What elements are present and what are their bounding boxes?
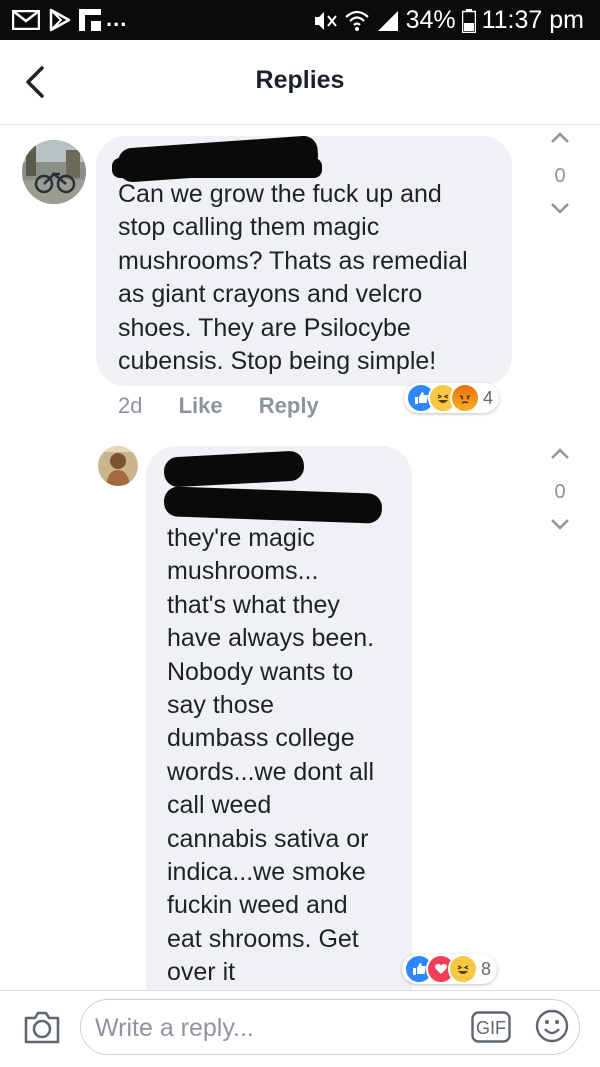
- clock: 11:37 pm: [481, 6, 584, 34]
- play-store-icon: [49, 8, 71, 32]
- mail-icon: [12, 10, 40, 30]
- reply-button[interactable]: Reply: [259, 393, 319, 418]
- battery-percent: 34%: [405, 6, 456, 34]
- reply-input-box: GIF: [80, 999, 580, 1055]
- vote-control: 0: [540, 128, 580, 223]
- reaction-count: 4: [483, 387, 494, 408]
- vote-control: 0: [540, 444, 580, 539]
- battery-icon: [461, 8, 476, 33]
- reaction-summary[interactable]: 8: [402, 954, 498, 984]
- haha-reaction-icon: [448, 954, 478, 984]
- signal-icon: [377, 10, 398, 31]
- upvote-icon[interactable]: [548, 444, 572, 464]
- flipboard-icon: [79, 9, 101, 31]
- emoji-icon[interactable]: [535, 1009, 569, 1043]
- mute-icon: [314, 11, 337, 30]
- comment-meta: 2d Like Reply: [118, 393, 319, 419]
- reply-input[interactable]: [93, 1010, 457, 1046]
- avatar[interactable]: [22, 140, 86, 204]
- reply-composer: GIF: [0, 990, 600, 1067]
- gif-icon[interactable]: GIF: [471, 1011, 511, 1043]
- reaction-summary[interactable]: 4: [404, 383, 500, 413]
- comment-time: 2d: [118, 393, 143, 418]
- camera-icon[interactable]: [22, 1009, 62, 1045]
- vote-count: 0: [554, 481, 566, 503]
- comment-text: they're magic mushrooms... that's what t…: [167, 524, 375, 987]
- gif-label: GIF: [476, 1018, 506, 1038]
- downvote-icon[interactable]: [548, 514, 572, 534]
- redacted-name-scribble: [112, 158, 322, 178]
- page-title: Replies: [255, 66, 345, 94]
- more-notifications: ...: [106, 6, 128, 31]
- vote-count: 0: [554, 165, 566, 187]
- header: Replies: [0, 40, 600, 125]
- upvote-icon[interactable]: [548, 128, 572, 148]
- comment-text: Can we grow the fuck up and stop calling…: [118, 180, 468, 376]
- like-button[interactable]: Like: [179, 393, 223, 418]
- wifi-icon: [344, 10, 369, 31]
- avatar[interactable]: [98, 446, 138, 486]
- reaction-count: 8: [481, 958, 492, 979]
- downvote-icon[interactable]: [548, 198, 572, 218]
- angry-reaction-icon: [450, 383, 480, 413]
- status-bar: ... 34% 11:37 pm: [0, 0, 600, 40]
